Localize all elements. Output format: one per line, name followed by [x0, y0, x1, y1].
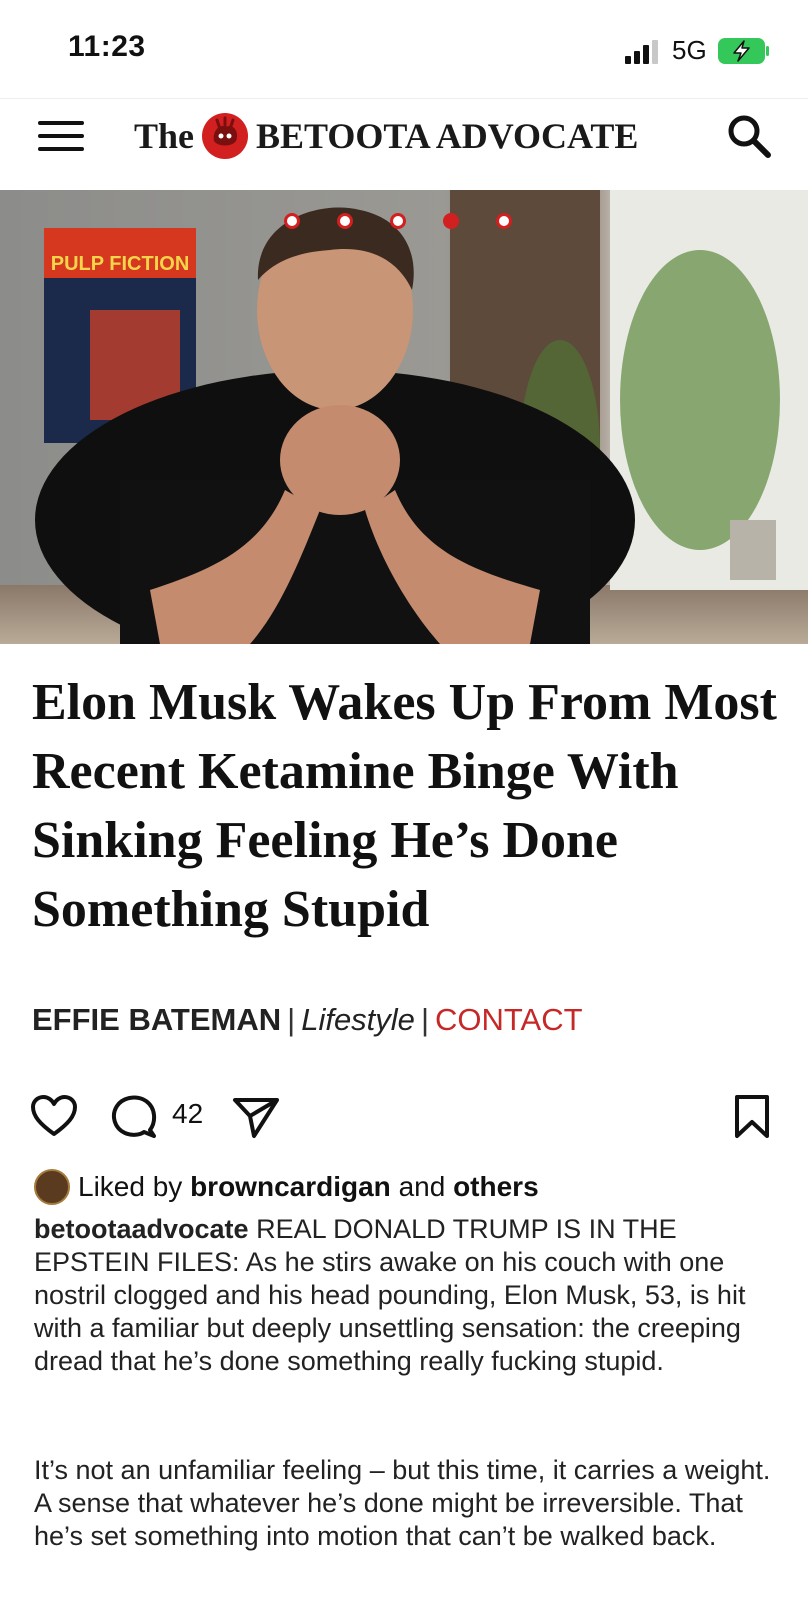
site-header: The BETOOTA ADVOCATE: [0, 98, 808, 191]
comment-icon[interactable]: [110, 1094, 158, 1140]
heart-icon[interactable]: [30, 1094, 78, 1138]
byline: EFFIE BATEMAN | Lifestyle | CONTACT: [32, 1002, 583, 1037]
slide-dot-active[interactable]: [443, 213, 459, 229]
post-actions: 42: [0, 1090, 808, 1144]
menu-button[interactable]: [36, 111, 86, 161]
brand-prefix: The: [134, 116, 195, 156]
status-bar: 11:23 5G: [0, 0, 808, 96]
post-caption-continued: It’s not an unfamiliar feeling – but thi…: [34, 1455, 771, 1551]
poster-title: PULP FICTION: [51, 253, 190, 275]
author-link[interactable]: EFFIE BATEMAN: [32, 1002, 281, 1037]
hero-image[interactable]: PULP FICTION: [0, 190, 808, 644]
post-caption: betootaadvocate REAL DONALD TRUMP IS IN …: [34, 1213, 784, 1378]
liked-by: Liked by browncardigan and others: [34, 1168, 539, 1206]
category-link[interactable]: Lifestyle: [301, 1002, 415, 1037]
battery-charging-icon: [718, 38, 769, 64]
avatar[interactable]: [34, 1169, 70, 1205]
status-time: 11:23: [68, 30, 146, 63]
brand-logo-link[interactable]: The BETOOTA ADVOCATE: [134, 111, 638, 161]
brand-name: BETOOTA ADVOCATE: [256, 116, 639, 156]
slide-dot[interactable]: [496, 213, 512, 229]
send-icon[interactable]: [232, 1096, 280, 1140]
slide-dot[interactable]: [337, 213, 353, 229]
search-icon[interactable]: [724, 111, 774, 161]
signal-bars-icon: [625, 40, 658, 64]
liked-by-others-link[interactable]: others: [453, 1171, 539, 1203]
slide-dot[interactable]: [390, 213, 406, 229]
contact-link[interactable]: CONTACT: [435, 1002, 583, 1037]
liked-by-middle: and: [398, 1171, 446, 1202]
hamburger-menu-icon: [38, 121, 84, 125]
hero-photo: PULP FICTION: [0, 190, 808, 644]
slide-indicator: [284, 213, 512, 229]
network-label: 5G: [672, 35, 707, 65]
bookmark-icon[interactable]: [732, 1094, 772, 1140]
slide-dot[interactable]: [284, 213, 300, 229]
liked-by-user-link[interactable]: browncardigan: [190, 1171, 391, 1203]
liked-by-prefix: Liked by: [78, 1171, 183, 1202]
article-headline: Elon Musk Wakes Up From Most Recent Keta…: [32, 674, 777, 938]
caption-handle-link[interactable]: betootaadvocate: [34, 1214, 249, 1244]
comment-count: 42: [172, 1098, 204, 1129]
betoota-logo-icon: [202, 113, 249, 159]
